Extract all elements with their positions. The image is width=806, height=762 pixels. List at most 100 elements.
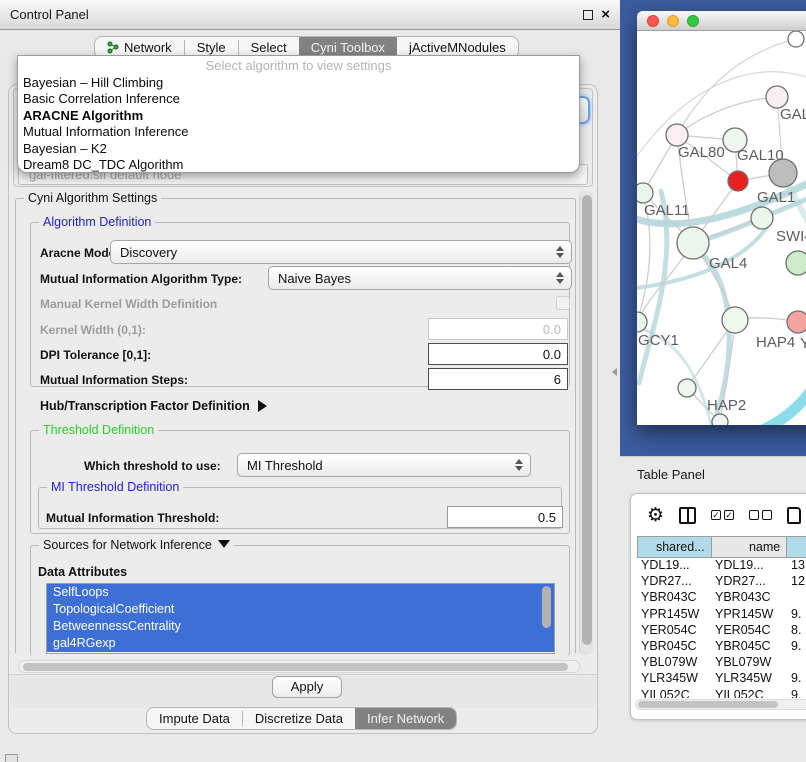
- data-attributes-list[interactable]: SelfLoopsTopologicalCoefficientBetweenne…: [46, 583, 555, 654]
- algorithm-option[interactable]: Bayesian – Hill Climbing: [18, 75, 579, 91]
- table-row[interactable]: YLR345WYLR345W9.: [637, 671, 806, 687]
- table-cell[interactable]: 9.: [787, 671, 806, 687]
- table-row[interactable]: YDR27...YDR27...12: [637, 574, 806, 590]
- settings-hscrollbar-track[interactable]: [18, 660, 580, 673]
- table-column-header[interactable]: shared...: [638, 537, 712, 557]
- settings-scrollbar-track[interactable]: [579, 191, 593, 655]
- table-cell[interactable]: YPR145W: [711, 607, 787, 623]
- table-cell[interactable]: [787, 590, 806, 606]
- network-node-hap2[interactable]: [678, 379, 696, 397]
- table-cell[interactable]: 9.: [787, 688, 806, 699]
- panel-collapse-arrow-icon[interactable]: [612, 368, 617, 376]
- table-hscrollbar-thumb[interactable]: [638, 701, 778, 708]
- table-cell[interactable]: YBR043C: [637, 590, 711, 606]
- table-cell[interactable]: 13: [787, 558, 806, 574]
- select-all-columns-icon[interactable]: ✓✓: [711, 510, 734, 520]
- table-row[interactable]: YIL052CYIL052C9.: [637, 688, 806, 699]
- algorithm-option[interactable]: Basic Correlation Inference: [18, 91, 579, 107]
- table-hscrollbar-track[interactable]: [635, 699, 806, 710]
- table-row[interactable]: YBR045CYBR045C9.: [637, 639, 806, 655]
- tab-infer-network[interactable]: Infer Network: [355, 708, 456, 729]
- table-row[interactable]: YBR043CYBR043C: [637, 590, 806, 606]
- mi-threshold-field[interactable]: 0.5: [447, 506, 563, 528]
- float-window-icon[interactable]: [583, 10, 593, 20]
- table-cell[interactable]: YBL079W: [711, 655, 787, 671]
- algorithm-option[interactable]: Mutual Information Inference: [18, 124, 579, 140]
- network-graph[interactable]: GALGAL80GAL10GAL1GAL11SWI4GAL4GCY1HAP4YH…: [637, 31, 806, 425]
- collapsed-panel-icon[interactable]: [5, 754, 18, 762]
- network-node-y[interactable]: [787, 311, 806, 333]
- table-cell[interactable]: 9.: [787, 607, 806, 623]
- gear-icon[interactable]: ⚙: [647, 506, 664, 525]
- table-cell[interactable]: YER054C: [711, 623, 787, 639]
- table-row[interactable]: YPR145WYPR145W9.: [637, 607, 806, 623]
- network-node-swi4[interactable]: [751, 207, 773, 229]
- algorithm-option[interactable]: Bayesian – K2: [18, 141, 579, 157]
- data-attribute-item[interactable]: BetweennessCentrality: [47, 618, 554, 635]
- table-cell[interactable]: YDL19...: [637, 558, 711, 574]
- network-node-gal4[interactable]: [677, 227, 709, 259]
- tab-impute-data[interactable]: Impute Data: [147, 708, 242, 729]
- table-cell[interactable]: [787, 655, 806, 671]
- dpi-tolerance-field[interactable]: 0.0: [428, 343, 568, 365]
- table-cell[interactable]: YER054C: [637, 623, 711, 639]
- mi-steps-field[interactable]: 6: [428, 368, 568, 390]
- network-node-gal80[interactable]: [666, 124, 688, 146]
- table-cell[interactable]: YDL19...: [711, 558, 787, 574]
- panel-title: Control Panel: [10, 7, 89, 22]
- settings-scrollbar-thumb[interactable]: [582, 195, 592, 645]
- table-cell[interactable]: YIL052C: [637, 688, 711, 699]
- table-cell[interactable]: YBL079W: [637, 655, 711, 671]
- apply-button[interactable]: Apply: [272, 676, 342, 698]
- mi-algorithm-type-select[interactable]: Naive Bayes: [268, 266, 572, 290]
- table-cell[interactable]: YBR045C: [637, 639, 711, 655]
- network-node-gal1[interactable]: [728, 171, 748, 191]
- tab-discretize-data[interactable]: Discretize Data: [243, 708, 355, 729]
- table-row[interactable]: YER054CYER054C8.: [637, 623, 806, 639]
- table-row[interactable]: YBL079WYBL079W: [637, 655, 806, 671]
- table-cell[interactable]: 8.: [787, 623, 806, 639]
- aracne-mode-select[interactable]: Discovery: [110, 240, 572, 264]
- sources-toggle[interactable]: Sources for Network Inference: [39, 538, 234, 552]
- network-node[interactable]: [712, 414, 728, 425]
- network-node[interactable]: [786, 251, 806, 275]
- columns-icon[interactable]: [679, 507, 696, 524]
- table-cell[interactable]: YDR27...: [711, 574, 787, 590]
- network-window-titlebar[interactable]: [637, 11, 806, 31]
- minimize-traffic-light-icon[interactable]: [667, 15, 679, 27]
- table-column-header[interactable]: [787, 537, 806, 557]
- hub-definition-toggle[interactable]: Hub/Transcription Factor Definition: [40, 399, 267, 413]
- network-node[interactable]: [788, 31, 804, 47]
- zoom-traffic-light-icon[interactable]: [687, 15, 699, 27]
- algorithm-option[interactable]: Dream8 DC_TDC Algorithm: [18, 157, 579, 173]
- export-table-icon[interactable]: [787, 507, 801, 524]
- table-cell[interactable]: 12: [787, 574, 806, 590]
- network-canvas[interactable]: GALGAL80GAL10GAL1GAL11SWI4GAL4GCY1HAP4YH…: [637, 31, 806, 425]
- table-cell[interactable]: YBR043C: [711, 590, 787, 606]
- network-node-gal[interactable]: [766, 86, 788, 108]
- algorithm-option[interactable]: ARACNE Algorithm: [18, 108, 579, 124]
- table-cell[interactable]: YPR145W: [637, 607, 711, 623]
- close-icon[interactable]: ×: [601, 10, 610, 20]
- network-window[interactable]: GALGAL80GAL10GAL1GAL11SWI4GAL4GCY1HAP4YH…: [637, 11, 806, 425]
- table-cell[interactable]: YBR045C: [711, 639, 787, 655]
- settings-hscrollbar-thumb[interactable]: [23, 663, 568, 671]
- which-threshold-select[interactable]: MI Threshold: [237, 453, 531, 477]
- list-scrollbar-thumb[interactable]: [542, 586, 551, 628]
- data-attribute-item[interactable]: gal4RGexp: [47, 635, 554, 652]
- deselect-all-columns-icon[interactable]: [749, 510, 772, 520]
- table-cell[interactable]: YDR27...: [637, 574, 711, 590]
- table-cell[interactable]: YIL052C: [711, 688, 787, 699]
- table-cell[interactable]: 9.: [787, 639, 806, 655]
- data-attribute-item[interactable]: TopologicalCoefficient: [47, 601, 554, 618]
- table-cell[interactable]: YLR345W: [711, 671, 787, 687]
- node-label: GAL10: [737, 147, 784, 164]
- mi-steps-label: Mutual Information Steps:: [40, 373, 188, 387]
- table-row[interactable]: YDL19...YDL19...13: [637, 558, 806, 574]
- table-column-header[interactable]: name: [712, 537, 788, 557]
- network-node-gal11[interactable]: [637, 183, 653, 203]
- data-attribute-item[interactable]: SelfLoops: [47, 584, 554, 601]
- close-traffic-light-icon[interactable]: [647, 15, 659, 27]
- table-cell[interactable]: YLR345W: [637, 671, 711, 687]
- network-node-hap4[interactable]: [722, 307, 748, 333]
